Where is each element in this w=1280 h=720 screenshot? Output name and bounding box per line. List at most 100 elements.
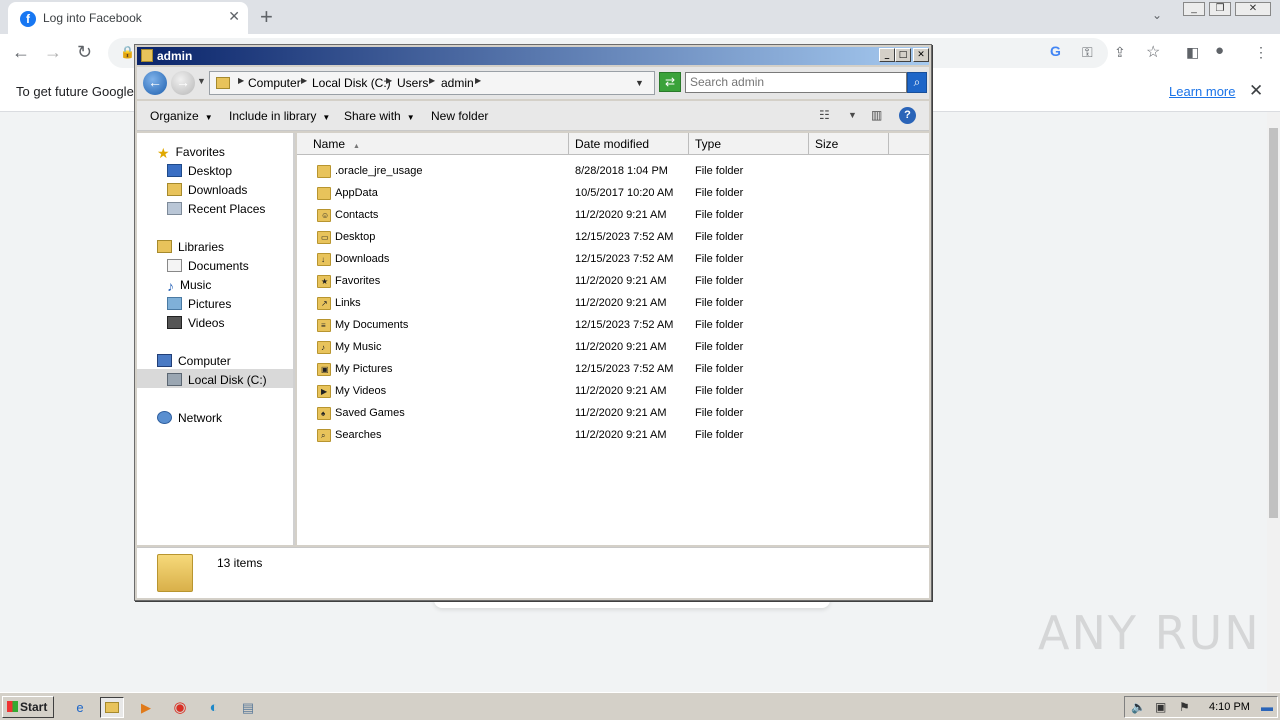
games-folder-icon: ♠	[317, 407, 331, 420]
search-box[interactable]	[685, 72, 907, 93]
network-tray-icon[interactable]: ▣	[1155, 700, 1166, 714]
clock[interactable]: 4:10 PM	[1209, 701, 1250, 713]
forward-arrow-icon[interactable]: →	[44, 42, 62, 63]
refresh-icon[interactable]: ⇄	[659, 72, 681, 92]
chevron-icon[interactable]: ▶	[301, 76, 307, 85]
browser-tab[interactable]: f Log into Facebook ✕	[8, 2, 248, 34]
tab-close-icon[interactable]: ✕	[228, 8, 240, 25]
nav-music[interactable]: ♪ Music	[167, 278, 211, 294]
key-icon[interactable]: ⚿	[1082, 44, 1093, 61]
chevron-icon[interactable]: ▶	[475, 76, 481, 85]
libraries-icon	[157, 240, 172, 253]
page-scrollbar[interactable]	[1267, 112, 1280, 692]
share-with-button[interactable]: Share with ▼	[344, 109, 415, 123]
breadcrumb-users[interactable]: Users	[397, 76, 428, 90]
minimize-icon[interactable]: _	[879, 48, 895, 62]
table-row[interactable]: AppData 10/5/2017 10:20 AM File folder	[297, 183, 929, 205]
nav-favorites[interactable]: ★ Favorites	[157, 145, 225, 161]
table-row[interactable]: ♠ Saved Games 11/2/2020 9:21 AM File folder	[297, 403, 929, 425]
nav-videos[interactable]: Videos	[167, 316, 224, 330]
back-arrow-icon[interactable]: ←	[12, 42, 30, 63]
nav-network[interactable]: Network	[157, 411, 222, 425]
nav-downloads[interactable]: Downloads	[167, 183, 247, 197]
nav-local-disk[interactable]: Local Disk (C:)	[167, 373, 267, 387]
table-row[interactable]: ▣ My Pictures 12/15/2023 7:52 AM File folde…	[297, 359, 929, 381]
nav-desktop[interactable]: Desktop	[167, 164, 232, 178]
nav-pictures[interactable]: Pictures	[167, 297, 231, 311]
table-row[interactable]: ≡ My Documents 12/15/2023 7:52 AM File fold…	[297, 315, 929, 337]
file-type: File folder	[695, 407, 744, 419]
new-tab-icon[interactable]: +	[260, 4, 273, 30]
organize-button[interactable]: Organize ▼	[150, 109, 213, 123]
chevron-icon[interactable]: ▶	[238, 76, 244, 85]
window-titlebar[interactable]: admin _ □ ✕	[137, 47, 929, 65]
music-icon: ♪	[167, 278, 174, 294]
breadcrumb-local-disk[interactable]: Local Disk (C:)	[312, 76, 391, 90]
table-row[interactable]: ★ Favorites 11/2/2020 9:21 AM File folder	[297, 271, 929, 293]
table-row[interactable]: .oracle_jre_usage 8/28/2018 1:04 PM File f…	[297, 161, 929, 183]
table-row[interactable]: ↗ Links 11/2/2020 9:21 AM File folder	[297, 293, 929, 315]
internet-explorer-icon[interactable]: e	[68, 697, 92, 718]
chrome-icon[interactable]: ◉	[168, 697, 192, 718]
view-dropdown-icon[interactable]: ▼	[848, 110, 857, 120]
star-icon: ★	[157, 145, 170, 161]
reload-icon[interactable]: ↻	[77, 42, 92, 63]
preview-pane-icon[interactable]: ▥	[871, 108, 882, 122]
volume-icon[interactable]: 🔈	[1131, 700, 1146, 714]
back-button-icon[interactable]: ←	[143, 71, 167, 95]
infobar-close-icon[interactable]: ✕	[1249, 81, 1263, 101]
scrollbar-thumb[interactable]	[1269, 128, 1278, 518]
google-icon[interactable]: G	[1050, 43, 1061, 59]
explorer-taskbar-icon[interactable]	[100, 697, 124, 718]
new-folder-button[interactable]: New folder	[431, 109, 488, 123]
close-window-icon[interactable]: ✕	[1235, 2, 1271, 16]
nav-documents[interactable]: Documents	[167, 259, 249, 273]
taskbar: Start e ▶ ◉ ◐ ▤ 🔈 ▣ ⚑ 4:10 PM ▬	[0, 692, 1280, 720]
action-center-flag-icon[interactable]: ⚑	[1179, 700, 1190, 714]
folder-overlay-icon: ▭	[321, 233, 329, 242]
column-header-size[interactable]: Size	[809, 133, 889, 155]
breadcrumb-admin[interactable]: admin	[441, 76, 474, 90]
tab-search-chevron-icon[interactable]: ⌄	[1152, 8, 1162, 22]
nav-recent-places[interactable]: Recent Places	[167, 202, 265, 216]
breadcrumb[interactable]: ▶ Computer ▶ Local Disk (C:) ▶ Users ▶ a…	[209, 71, 655, 95]
profile-avatar-icon[interactable]: ●	[1215, 42, 1224, 59]
recent-pages-dropdown-icon[interactable]: ▼	[197, 76, 206, 86]
view-options-icon[interactable]: ☷	[819, 108, 830, 122]
restore-window-icon[interactable]: ❐	[1209, 2, 1231, 16]
media-player-icon[interactable]: ▶	[134, 697, 158, 718]
maximize-icon[interactable]: □	[895, 48, 911, 62]
table-row[interactable]: ↓ Downloads 12/15/2023 7:52 AM File folder	[297, 249, 929, 271]
help-icon[interactable]: ?	[899, 107, 916, 124]
column-header-name[interactable]: Name ▲	[297, 133, 569, 155]
table-row[interactable]: ▭ Desktop 12/15/2023 7:52 AM File folder	[297, 227, 929, 249]
table-row[interactable]: ☺ Contacts 11/2/2020 9:21 AM File folder	[297, 205, 929, 227]
column-header-type[interactable]: Type	[689, 133, 809, 155]
table-row[interactable]: ▶ My Videos 11/2/2020 9:21 AM File folder	[297, 381, 929, 403]
learn-more-link[interactable]: Learn more	[1169, 84, 1235, 99]
system-tray: 🔈 ▣ ⚑ 4:10 PM ▬	[1124, 696, 1278, 718]
side-panel-icon[interactable]: ◧	[1186, 44, 1199, 61]
more-menu-icon[interactable]: ⋮	[1254, 44, 1268, 61]
edge-icon[interactable]: ◐	[202, 697, 226, 718]
address-dropdown-icon[interactable]: ▼	[635, 78, 644, 88]
share-icon[interactable]: ⇪	[1114, 44, 1126, 61]
nav-libraries[interactable]: Libraries	[157, 240, 224, 254]
search-input[interactable]	[690, 75, 904, 89]
chevron-icon[interactable]: ▶	[429, 76, 435, 85]
forward-button-icon[interactable]: →	[171, 71, 195, 95]
include-in-library-button[interactable]: Include in library ▼	[229, 109, 330, 123]
start-button[interactable]: Start	[2, 696, 54, 718]
table-row[interactable]: ⌕ Searches 11/2/2020 9:21 AM File folder	[297, 425, 929, 447]
bookmark-star-icon[interactable]: ☆	[1146, 42, 1160, 62]
table-row[interactable]: ♪ My Music 11/2/2020 9:21 AM File folder	[297, 337, 929, 359]
show-desktop-icon[interactable]: ▬	[1261, 700, 1273, 714]
chevron-icon[interactable]: ▶	[386, 76, 392, 85]
column-header-date-modified[interactable]: Date modified	[569, 133, 689, 155]
nav-computer[interactable]: Computer	[157, 354, 231, 368]
notepad-icon[interactable]: ▤	[236, 697, 260, 718]
minimize-window-icon[interactable]: _	[1183, 2, 1205, 16]
breadcrumb-computer[interactable]: Computer	[248, 76, 301, 90]
close-icon[interactable]: ✕	[913, 48, 929, 62]
search-icon[interactable]: ⌕	[907, 72, 927, 93]
